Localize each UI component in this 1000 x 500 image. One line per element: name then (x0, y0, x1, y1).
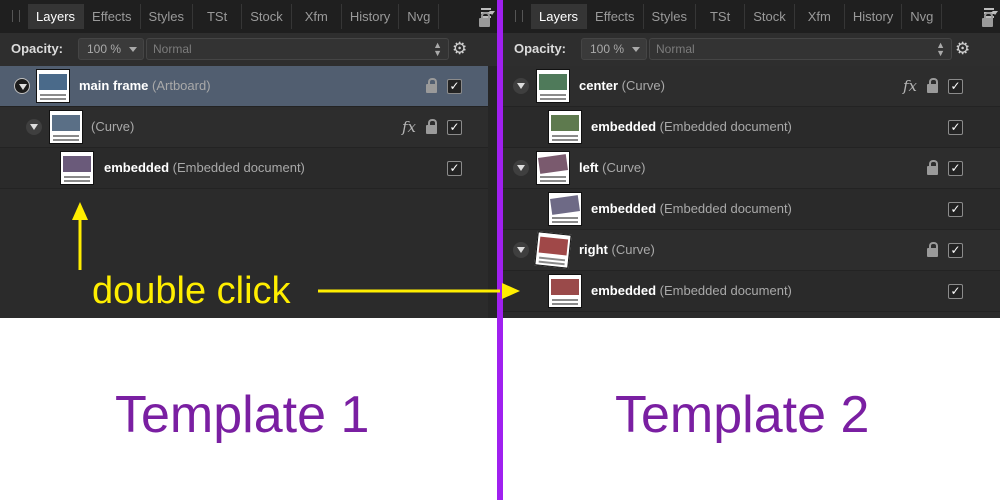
double-click-annotation: double click (92, 270, 291, 312)
caption-template-1: Template 1 (115, 386, 370, 444)
arrow-up-head (72, 202, 88, 220)
caption-template-2: Template 2 (615, 386, 870, 444)
arrow-right-head (502, 283, 520, 299)
